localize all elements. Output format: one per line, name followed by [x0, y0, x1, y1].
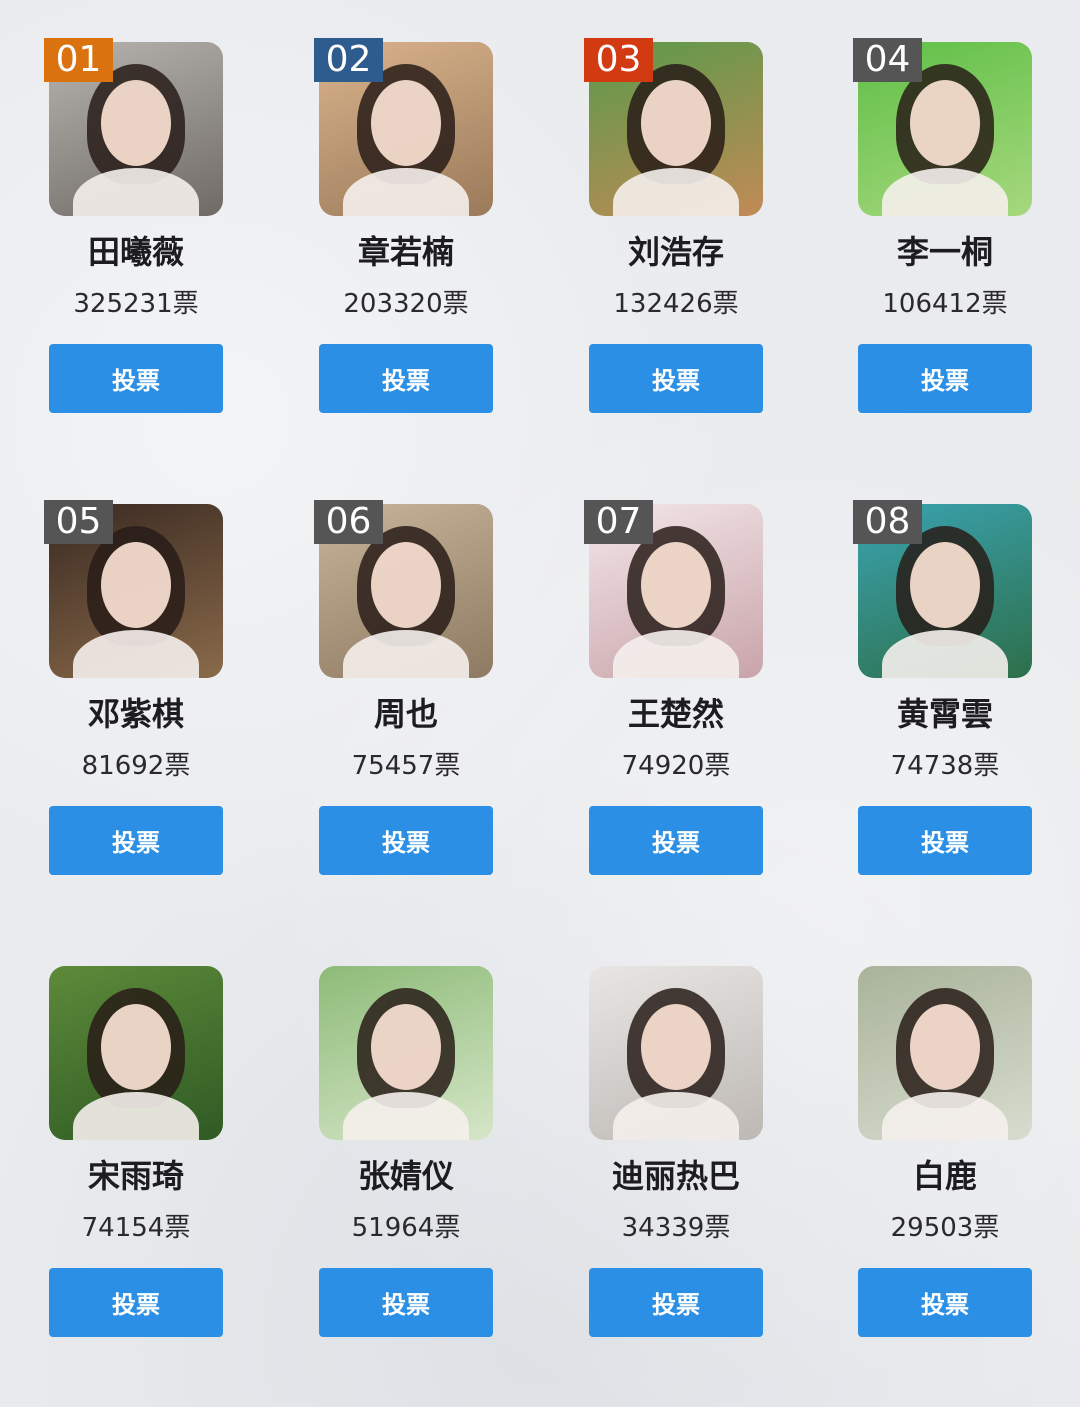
vote-button[interactable]: 投票	[858, 344, 1032, 413]
portrait-face	[641, 542, 711, 628]
vote-count: 74154票	[81, 1213, 191, 1243]
contestant-name: 张婧仪	[357, 1157, 454, 1195]
portrait-shoulders	[613, 1092, 739, 1140]
vote-button[interactable]: 投票	[858, 806, 1032, 875]
contestant-name: 迪丽热巴	[611, 1157, 740, 1195]
vote-count: 51964票	[351, 1213, 461, 1243]
vote-button[interactable]: 投票	[319, 344, 493, 413]
portrait-shoulders	[613, 168, 739, 216]
portrait-shoulders	[73, 168, 199, 216]
rank-badge: 03	[584, 38, 653, 82]
vote-count: 29503票	[890, 1213, 1000, 1243]
portrait-face	[371, 80, 441, 166]
contestant-name: 李一桐	[896, 233, 993, 271]
vote-button[interactable]: 投票	[319, 806, 493, 875]
rank-badge: 08	[853, 500, 922, 544]
portrait-face	[910, 1004, 980, 1090]
rank-badge: 02	[314, 38, 383, 82]
contestant-photo[interactable]	[319, 966, 493, 1140]
portrait-face	[101, 1004, 171, 1090]
vote-count: 75457票	[351, 751, 461, 781]
vote-count: 325231票	[73, 289, 199, 319]
portrait-face	[641, 1004, 711, 1090]
contestant-name: 宋雨琦	[87, 1157, 184, 1195]
portrait-shoulders	[882, 168, 1008, 216]
contestant-name: 章若楠	[357, 233, 454, 271]
vote-button[interactable]: 投票	[49, 344, 223, 413]
rank-badge: 04	[853, 38, 922, 82]
portrait-face	[371, 1004, 441, 1090]
portrait-shoulders	[343, 1092, 469, 1140]
vote-count: 81692票	[81, 751, 191, 781]
portrait-face	[641, 80, 711, 166]
vote-button[interactable]: 投票	[49, 1268, 223, 1337]
rank-badge: 07	[584, 500, 653, 544]
vote-button[interactable]: 投票	[589, 344, 763, 413]
portrait-shoulders	[73, 1092, 199, 1140]
contestant-name: 白鹿	[912, 1157, 977, 1195]
rank-badge: 01	[44, 38, 113, 82]
rank-badge: 06	[314, 500, 383, 544]
portrait-face	[910, 542, 980, 628]
vote-count: 132426票	[613, 289, 739, 319]
portrait-shoulders	[613, 630, 739, 678]
contestant-photo[interactable]	[49, 966, 223, 1140]
portrait-face	[101, 542, 171, 628]
vote-count: 34339票	[621, 1213, 731, 1243]
portrait-shoulders	[882, 1092, 1008, 1140]
vote-button[interactable]: 投票	[49, 806, 223, 875]
vote-count: 74738票	[890, 751, 1000, 781]
contestant-photo[interactable]	[858, 966, 1032, 1140]
contestant-name: 王楚然	[627, 695, 724, 733]
portrait-shoulders	[343, 168, 469, 216]
contestant-name: 黄霄雲	[896, 695, 993, 733]
vote-count: 74920票	[621, 751, 731, 781]
contestant-photo[interactable]	[589, 966, 763, 1140]
vote-button[interactable]: 投票	[319, 1268, 493, 1337]
vote-button[interactable]: 投票	[858, 1268, 1032, 1337]
vote-count: 203320票	[343, 289, 469, 319]
vote-button[interactable]: 投票	[589, 806, 763, 875]
contestant-name: 刘浩存	[627, 233, 724, 271]
contestant-name: 田曦薇	[87, 233, 184, 271]
vote-count: 106412票	[882, 289, 1008, 319]
vote-button[interactable]: 投票	[589, 1268, 763, 1337]
portrait-face	[371, 542, 441, 628]
portrait-shoulders	[343, 630, 469, 678]
contestant-name: 邓紫棋	[87, 695, 184, 733]
contestant-name: 周也	[373, 695, 438, 733]
portrait-face	[910, 80, 980, 166]
portrait-shoulders	[882, 630, 1008, 678]
portrait-face	[101, 80, 171, 166]
portrait-shoulders	[73, 630, 199, 678]
rank-badge: 05	[44, 500, 113, 544]
